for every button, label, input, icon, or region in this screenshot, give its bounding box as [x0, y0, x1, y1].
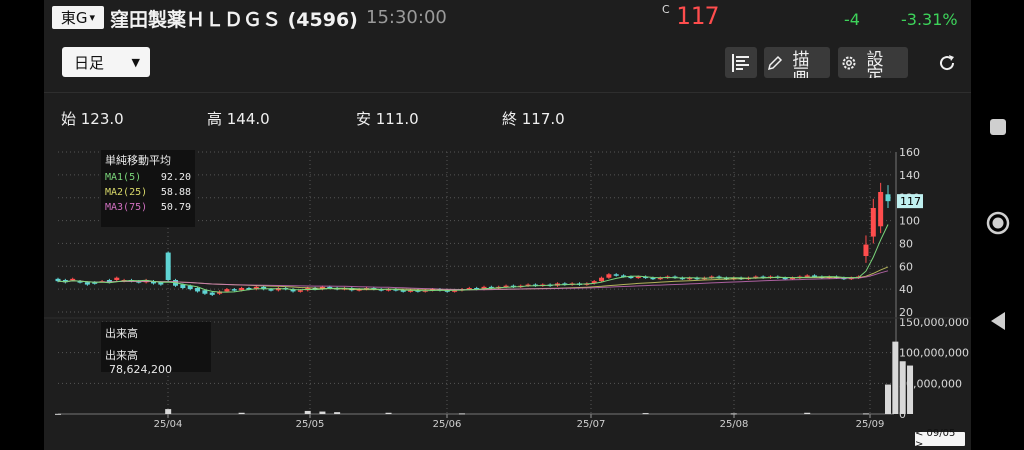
candle-body [878, 192, 884, 227]
price-tick-label: 160 [899, 146, 920, 159]
volume-bar [319, 411, 326, 414]
candle-body [195, 288, 201, 292]
candle-body [297, 290, 303, 292]
volume-bar [862, 413, 869, 415]
ma1-row: MA1(5) 92.20 [105, 172, 191, 183]
app-window: 東G ▾ 窪田製薬ＨＬＤＧＳ (4596) 15:30:00 C 117 -4 … [44, 0, 971, 450]
price-tick-label: 140 [899, 169, 920, 182]
candle-body [613, 274, 619, 276]
candle-body [114, 277, 120, 280]
x-tick-label: 25/04 [154, 419, 183, 430]
candle-body [231, 289, 237, 291]
ma2-value: 58.88 [160, 187, 191, 198]
volume-bar [458, 413, 465, 415]
volume-tick-label: 100,000,000 [899, 347, 969, 360]
last-price-label: 117 [900, 195, 921, 208]
candle-body [635, 276, 641, 279]
volume-bar [730, 413, 737, 415]
cursor-date[interactable]: < 09/05 > [915, 428, 965, 450]
candle-body [70, 278, 76, 281]
ma-legend-title: 単純移動平均 [105, 154, 171, 167]
candle-body [606, 274, 612, 278]
volume-bar [907, 365, 914, 414]
candle-body [209, 292, 215, 295]
candle-body [84, 282, 90, 285]
volume-bar [55, 413, 61, 415]
x-tick-label: 25/09 [856, 419, 885, 430]
circle-icon [986, 211, 1010, 235]
volume-bar [892, 341, 899, 414]
candle-body [165, 252, 171, 280]
volume-bar [885, 384, 891, 414]
price-tick-label: 80 [899, 237, 913, 250]
ma3-value: 50.79 [160, 202, 191, 213]
triangle-back-icon [991, 312, 1005, 330]
volume-bar [899, 361, 906, 414]
volume-legend: 出来高 出来高 78,624,200 [101, 322, 211, 376]
candle-body [224, 289, 230, 292]
volume-bar [238, 412, 245, 414]
recents-button[interactable] [985, 114, 1011, 140]
x-tick-label: 25/08 [720, 419, 749, 430]
candle-body [268, 289, 274, 291]
x-tick-label: 25/07 [577, 419, 606, 430]
volume-value: 78,624,200 [109, 363, 172, 376]
square-icon [990, 119, 1006, 135]
volume-legend-title: 出来高 [105, 327, 138, 340]
android-nav-bar [971, 0, 1024, 450]
volume-bar [165, 409, 172, 414]
candle-body [804, 275, 810, 277]
price-tick-label: 100 [899, 215, 920, 228]
x-tick-label: 25/06 [433, 419, 462, 430]
ma1-label: MA1(5) [105, 172, 142, 183]
volume-bar [334, 412, 341, 414]
candle-body [599, 277, 605, 282]
price-tick-label: 40 [899, 283, 913, 296]
candle-body [870, 208, 876, 237]
price-tick-label: 60 [899, 260, 913, 273]
ma3-label: MA3(75) [105, 202, 148, 213]
ma3-row: MA3(75) 50.79 [105, 202, 191, 213]
candle-body [885, 194, 891, 202]
ma1-value: 92.20 [160, 172, 191, 183]
ma-legend: 単純移動平均 MA1(5) 92.20 MA2(25) 58.88 MA3(75… [101, 150, 195, 227]
volume-bar [642, 413, 649, 415]
back-button[interactable] [985, 308, 1011, 334]
volume-row: 出来高 78,624,200 [105, 347, 207, 376]
volume-bar [385, 412, 392, 414]
ma2-row: MA2(25) 58.88 [105, 187, 191, 198]
volume-bar [304, 410, 311, 414]
volume-label: 出来高 [105, 349, 138, 362]
x-tick-label: 25/05 [296, 419, 325, 430]
candle-body [202, 290, 208, 294]
volume-bar [804, 412, 811, 414]
candle-body [863, 244, 869, 256]
ma2-label: MA2(25) [105, 187, 148, 198]
home-button[interactable] [985, 210, 1011, 236]
